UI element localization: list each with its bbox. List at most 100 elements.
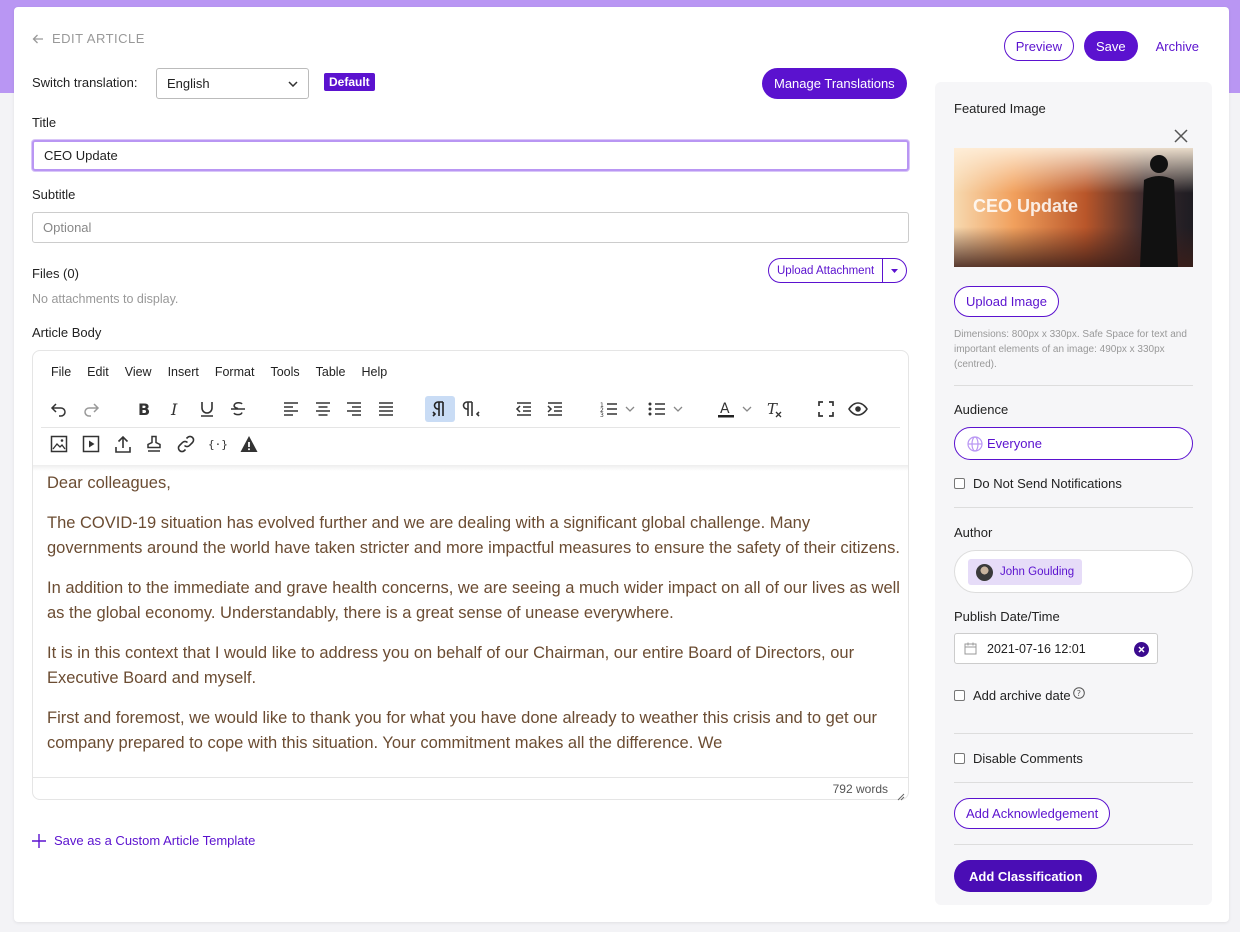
clear-date-icon[interactable] (1134, 642, 1149, 662)
dimensions-note: Dimensions: 800px x 330px. Safe Space fo… (954, 329, 1187, 370)
checkbox-box[interactable] (954, 690, 965, 701)
back-link[interactable]: EDIT ARTICLE (32, 31, 145, 46)
archive-date-checkbox[interactable]: Add archive date ? (954, 686, 1193, 703)
silhouette-icon (1140, 155, 1178, 267)
title-label: Title (32, 115, 57, 130)
menu-view[interactable]: View (125, 365, 152, 379)
avatar (976, 563, 993, 581)
resize-handle-icon[interactable] (897, 788, 905, 801)
no-notifications-checkbox[interactable]: Do Not Send Notifications (954, 476, 1193, 491)
svg-text:?: ? (1076, 689, 1080, 698)
menu-file[interactable]: File (51, 365, 71, 379)
link-icon[interactable] (176, 434, 196, 454)
warning-icon[interactable] (239, 434, 259, 454)
publish-date-value: 2021-07-16 12:01 (987, 641, 1086, 656)
upload-attachment-button[interactable]: Upload Attachment (769, 259, 884, 282)
bullet-list-icon[interactable] (647, 399, 667, 419)
checkbox-box[interactable] (954, 478, 965, 489)
insert-image-icon[interactable] (49, 434, 69, 454)
upload-icon[interactable] (113, 434, 133, 454)
subtitle-input[interactable]: Optional (32, 212, 909, 243)
header-actions: Preview Save Archive (1003, 31, 1199, 61)
menu-edit[interactable]: Edit (87, 365, 109, 379)
save-template-link[interactable]: Save as a Custom Article Template (32, 833, 255, 848)
image-caption: CEO Update (973, 196, 1079, 216)
align-center-icon[interactable] (313, 399, 333, 419)
menu-help[interactable]: Help (362, 365, 388, 379)
publish-date-input[interactable]: 2021-07-16 12:01 (954, 633, 1158, 664)
rtl-direction-icon[interactable] (461, 399, 481, 419)
svg-text:{·}: {·} (208, 438, 227, 451)
no-notifications-label: Do Not Send Notifications (973, 476, 1122, 491)
manage-translations-button[interactable]: Manage Translations (762, 68, 907, 99)
menu-insert[interactable]: Insert (168, 365, 199, 379)
author-field[interactable]: John Goulding (954, 550, 1193, 593)
svg-text:A: A (720, 401, 730, 417)
author-label: Author (954, 525, 993, 540)
audience-label: Audience (954, 402, 1009, 417)
ltr-direction-icon[interactable] (425, 396, 455, 422)
body-paragraph: In addition to the immediate and grave h… (47, 579, 900, 622)
preview-eye-icon[interactable] (848, 399, 868, 419)
svg-text:B: B (138, 400, 150, 419)
upload-dropdown-toggle[interactable] (883, 259, 906, 282)
menu-tools[interactable]: Tools (270, 365, 299, 379)
add-classification-button[interactable]: Add Classification (954, 860, 1098, 892)
underline-icon[interactable] (197, 399, 217, 419)
globe-icon (967, 435, 983, 452)
body-paragraph: The COVID-19 situation has evolved furth… (47, 514, 900, 557)
editor-content[interactable]: Dear colleagues, The COVID-19 situation … (47, 471, 902, 777)
publish-date-label: Publish Date/Time (954, 609, 1060, 624)
menu-table[interactable]: Table (316, 365, 346, 379)
audience-selector[interactable]: Everyone (954, 427, 1193, 460)
insert-video-icon[interactable] (81, 434, 101, 454)
clear-formatting-icon[interactable]: T (764, 399, 784, 419)
translation-select[interactable]: English (156, 68, 309, 99)
text-color-icon[interactable]: A (716, 399, 736, 419)
numbered-list-chevron-icon[interactable] (624, 399, 636, 419)
divider (954, 782, 1193, 783)
preview-button[interactable]: Preview (1003, 31, 1074, 61)
fullscreen-icon[interactable] (816, 399, 836, 419)
disable-comments-checkbox[interactable]: Disable Comments (954, 751, 1193, 766)
divider (954, 733, 1193, 734)
toolbar-divider (41, 427, 900, 428)
numbered-list-icon[interactable]: 123 (599, 399, 619, 419)
save-button[interactable]: Save (1084, 31, 1138, 61)
help-icon[interactable]: ? (1072, 686, 1085, 699)
strikethrough-icon[interactable] (228, 399, 248, 419)
align-justify-icon[interactable] (376, 399, 396, 419)
bullet-list-chevron-icon[interactable] (672, 399, 684, 419)
settings-sidebar: Featured Image CEO Update Upload Image D… (935, 82, 1212, 905)
stamp-icon[interactable] (144, 434, 164, 454)
save-template-label: Save as a Custom Article Template (54, 833, 256, 848)
audience-value: Everyone (987, 436, 1042, 451)
author-name: John Goulding (1000, 566, 1075, 578)
undo-icon[interactable] (49, 399, 69, 419)
upload-image-button[interactable]: Upload Image (954, 286, 1059, 317)
outdent-icon[interactable] (514, 399, 534, 419)
add-acknowledgement-button[interactable]: Add Acknowledgement (954, 798, 1111, 829)
default-badge: Default (324, 73, 375, 91)
rich-text-editor: File Edit View Insert Format Tools Table… (32, 350, 909, 801)
title-input-value: CEO Update (44, 148, 118, 163)
upload-attachment-split-button: Upload Attachment (768, 258, 908, 283)
bold-icon[interactable]: B (134, 399, 154, 419)
menu-format[interactable]: Format (215, 365, 255, 379)
archive-link[interactable]: Archive (1156, 39, 1199, 54)
indent-icon[interactable] (545, 399, 565, 419)
body-paragraph: First and foremost, we would like to tha… (47, 709, 878, 752)
calendar-icon (964, 642, 977, 655)
code-braces-icon[interactable]: {·} (207, 434, 228, 454)
redo-icon[interactable] (81, 399, 101, 419)
align-right-icon[interactable] (344, 399, 364, 419)
close-icon[interactable] (1174, 129, 1188, 148)
checkbox-box[interactable] (954, 753, 965, 764)
files-label: Files (0) (32, 266, 79, 281)
align-left-icon[interactable] (281, 399, 301, 419)
disable-comments-label: Disable Comments (973, 751, 1083, 766)
title-input[interactable]: CEO Update (32, 140, 909, 171)
text-color-chevron-icon[interactable] (741, 399, 753, 419)
word-count: 792 words (832, 782, 888, 796)
italic-icon[interactable]: I (165, 399, 185, 419)
